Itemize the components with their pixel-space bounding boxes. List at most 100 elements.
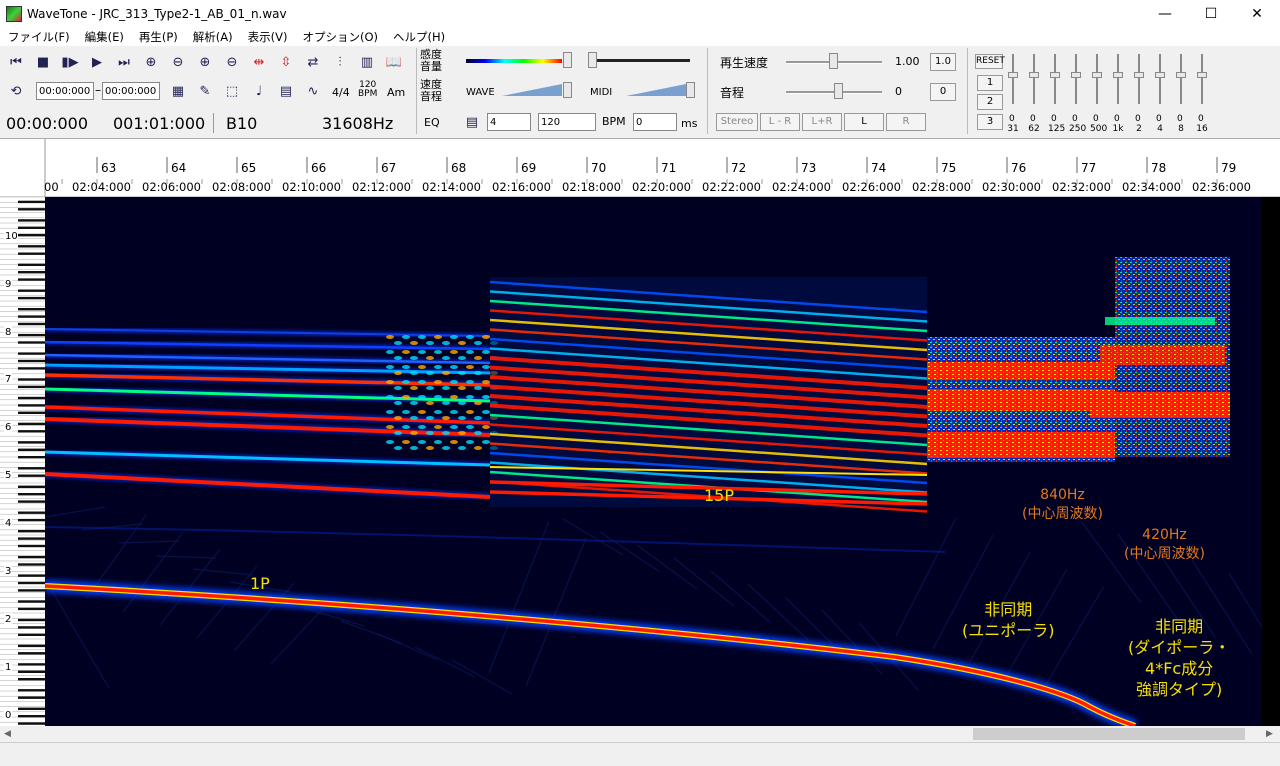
midi-icon[interactable]: ▥ [357, 52, 377, 72]
book-icon[interactable]: 📖 [384, 52, 404, 72]
menu-options[interactable]: オプション(O) [294, 28, 385, 46]
playback-speed-reset-button[interactable]: 1.0 [930, 53, 956, 71]
swap-icon[interactable]: ⇄ [303, 52, 323, 72]
pen-icon[interactable]: ✎ [195, 81, 215, 101]
eq-band-track[interactable] [1117, 54, 1119, 104]
loop-start-input[interactable]: 00:00:000 [36, 82, 94, 100]
note-icon[interactable]: ♩ [249, 81, 269, 101]
stereo-button[interactable]: Stereo [716, 113, 758, 131]
curve-icon[interactable]: ∿ [303, 81, 323, 101]
minimize-button[interactable]: — [1142, 0, 1188, 28]
eq-band-track[interactable] [1201, 54, 1203, 104]
sensitivity-thumb[interactable] [563, 52, 572, 68]
key-label[interactable]: Am [387, 86, 405, 99]
menu-play[interactable]: 再生(P) [131, 28, 185, 46]
close-button[interactable]: ✕ [1234, 0, 1280, 28]
eq-preset-1-button[interactable]: 1 [977, 75, 1003, 91]
midi-gain-wedge[interactable] [626, 84, 686, 96]
midi-gain-thumb[interactable] [686, 82, 695, 98]
eq-band-track[interactable] [1033, 54, 1035, 104]
eq-band-thumb[interactable] [1029, 72, 1039, 78]
zoom-out-horizontal-icon[interactable]: ⊖ [168, 52, 188, 72]
eq-band-thumb[interactable] [1050, 72, 1060, 78]
eq-band-thumb[interactable] [1092, 72, 1102, 78]
eq-band[interactable]: 0 1k [1113, 54, 1123, 136]
vertical-scrollbar[interactable] [1262, 197, 1280, 726]
beat-input[interactable]: 4 [487, 113, 531, 131]
menu-file[interactable]: ファイル(F) [0, 28, 77, 46]
bpm-input[interactable]: 120 [538, 113, 596, 131]
spectrogram-view[interactable]: 1P 15P 840Hz (中心周波数) 420Hz (中心周波数) 非同期 (… [45, 197, 1262, 726]
scroll-left-icon[interactable]: ◀ [4, 729, 11, 739]
pitch-thumb[interactable] [834, 83, 843, 99]
channel-l-minus-r-button[interactable]: L - R [760, 113, 800, 131]
eq-band-thumb[interactable] [1134, 72, 1144, 78]
eq-band-thumb[interactable] [1008, 72, 1018, 78]
eq-band-thumb[interactable] [1113, 72, 1123, 78]
eq-band[interactable]: 02 [1134, 54, 1144, 136]
menu-view[interactable]: 表示(V) [240, 28, 295, 46]
playback-speed-thumb[interactable] [829, 53, 838, 69]
eq-band-track[interactable] [1075, 54, 1077, 104]
eq-band[interactable]: 08 [1176, 54, 1186, 136]
loop-end-input[interactable]: 00:00:000 [102, 82, 160, 100]
fit-horizontal-icon[interactable]: ⇹ [249, 52, 269, 72]
channel-l-plus-r-button[interactable]: L+R [802, 113, 842, 131]
maximize-button[interactable]: ☐ [1188, 0, 1234, 28]
eq-band-thumb[interactable] [1155, 72, 1165, 78]
eq-band-thumb[interactable] [1176, 72, 1186, 78]
menu-help[interactable]: ヘルプ(H) [385, 28, 452, 46]
horizontal-scroll-thumb[interactable] [973, 728, 1245, 740]
timeline-ruler[interactable]: 63 64 65 66 67 68 69 70 71 72 73 74 75 76 77 78 79 00 02:0… [0, 139, 1280, 198]
volume-track[interactable] [590, 59, 690, 62]
bpm-icon[interactable]: 120 BPM [358, 81, 377, 99]
menu-edit[interactable]: 編集(E) [77, 28, 131, 46]
table-icon[interactable]: ▤ [276, 81, 296, 101]
eq-band-track[interactable] [1054, 54, 1056, 104]
eq-label[interactable]: EQ [424, 116, 440, 129]
eq-band-track[interactable] [1096, 54, 1098, 104]
volume-thumb[interactable] [588, 52, 597, 68]
eq-band-track[interactable] [1012, 54, 1014, 104]
eq-band-thumb[interactable] [1197, 72, 1207, 78]
channel-l-button[interactable]: L [844, 113, 884, 131]
zoom-in-vertical-icon[interactable]: ⊕ [195, 52, 215, 72]
wave-gain-thumb[interactable] [563, 82, 572, 98]
eq-band[interactable]: 0 16 [1196, 54, 1208, 136]
rewind-icon[interactable]: ⏮ [6, 52, 26, 72]
scroll-right-icon[interactable]: ▶ [1266, 729, 1273, 739]
eq-band[interactable]: 0 62 [1028, 54, 1040, 136]
eq-band[interactable]: 0 31 [1007, 54, 1019, 136]
zoom-out-vertical-icon[interactable]: ⊖ [222, 52, 242, 72]
pitch-reset-button[interactable]: 0 [930, 83, 956, 101]
eq-band-track[interactable] [1180, 54, 1182, 104]
eq-preset-3-button[interactable]: 3 [977, 114, 1003, 130]
channel-r-button[interactable]: R [886, 113, 926, 131]
menu-analyze[interactable]: 解析(A) [185, 28, 240, 46]
select-rect-icon[interactable]: ⬚ [222, 81, 242, 101]
beat-label[interactable]: 4/4 [332, 86, 350, 99]
wave-gain-wedge[interactable] [502, 84, 562, 96]
piano-keyboard[interactable]: 10 9 8 7 6 5 4 3 2 1 0 [0, 197, 45, 726]
stop-icon[interactable]: ■ [33, 52, 53, 72]
horizontal-scrollbar[interactable]: ◀ ▶ [0, 726, 1280, 742]
eq-band-track[interactable] [1138, 54, 1140, 104]
measure-label: 66 [311, 161, 326, 175]
zoom-in-horizontal-icon[interactable]: ⊕ [141, 52, 161, 72]
fit-vertical-icon[interactable]: ⇳ [276, 52, 296, 72]
eq-band[interactable]: 0 250 [1069, 54, 1086, 136]
eq-band[interactable]: 04 [1155, 54, 1165, 136]
eq-preset-2-button[interactable]: 2 [977, 94, 1003, 110]
offset-ms-input[interactable]: 0 [633, 113, 677, 131]
fast-forward-icon[interactable]: ⏭ [114, 52, 134, 72]
eq-band-thumb[interactable] [1071, 72, 1081, 78]
eq-band-track[interactable] [1159, 54, 1161, 104]
loop-icon[interactable]: ⟲ [6, 81, 26, 101]
eq-band[interactable]: 0 125 [1048, 54, 1065, 136]
pause-icon[interactable]: ▮▶ [60, 52, 80, 72]
eq-band[interactable]: 0 500 [1090, 54, 1107, 136]
play-icon[interactable]: ▶ [87, 52, 107, 72]
waveform-icon[interactable]: ⫶ [330, 52, 350, 72]
eq-reset-button[interactable]: RESET [975, 54, 1005, 69]
grid-icon[interactable]: ▦ [168, 81, 188, 101]
